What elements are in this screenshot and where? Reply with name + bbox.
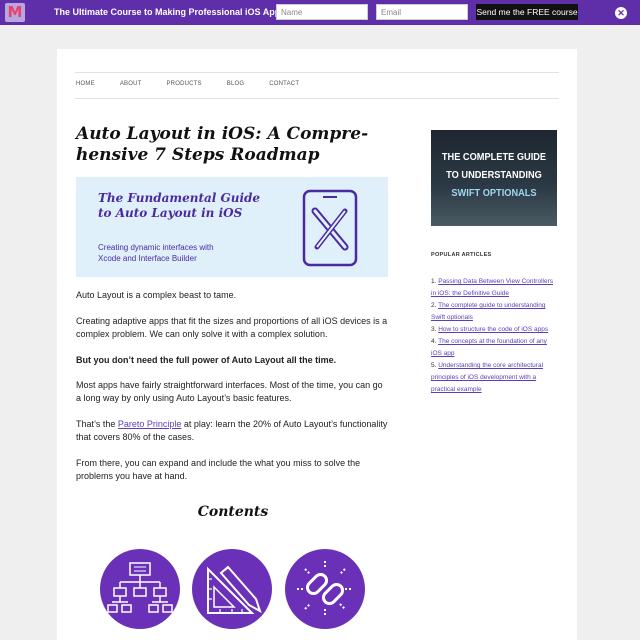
paragraph-1: Auto Layout is a complex beast to tame.	[76, 290, 237, 300]
main-nav: HOME ABOUT PRODUCTS BLOG CONTACT	[76, 81, 324, 87]
name-field[interactable]: Name	[276, 4, 368, 20]
list-item: 2. The complete guide to understanding S…	[431, 300, 557, 324]
email-field[interactable]: Email	[376, 4, 468, 20]
banner-line-2: TO UNDERSTANDING	[446, 169, 542, 181]
paragraph-6: From there, you can expand and include t…	[76, 458, 361, 481]
pareto-link[interactable]: Pareto Principle	[118, 419, 182, 429]
banner-line-1: THE COMPLETE GUIDE	[441, 151, 547, 163]
nav-divider-top	[75, 72, 559, 73]
close-icon[interactable]: ✕	[615, 7, 627, 19]
list-number: 4.	[431, 338, 437, 345]
nav-item-home[interactable]: HOME	[76, 81, 95, 87]
nav-item-products[interactable]: PRODUCTS	[166, 81, 201, 87]
article-title: Auto Layout in iOS: A Compre­hensive 7 S…	[76, 124, 369, 165]
article-link[interactable]: The concepts at the foundation of any iO…	[431, 338, 547, 357]
article-link[interactable]: Passing Data Between View Con­trollers i…	[431, 278, 553, 297]
list-item: 3. How to structure the code of iOS apps	[431, 324, 557, 336]
nav-item-blog[interactable]: BLOG	[227, 81, 244, 87]
swift-optionals-banner-text: THE COMPLETE GUIDE TO UNDERSTANDING SWIF…	[439, 148, 550, 202]
broken-chain-circle[interactable]	[285, 549, 365, 629]
phone-tools-icon	[302, 189, 358, 267]
design-tools-icon	[207, 565, 262, 614]
site-logo[interactable]: M	[5, 3, 25, 22]
list-number: 2.	[431, 302, 437, 309]
list-item: 5. Understanding the core architectural …	[431, 360, 557, 396]
article-link[interactable]: Understanding the core architectural pri…	[431, 362, 543, 393]
hierarchy-icon	[107, 562, 173, 613]
promo-bar: M The Ultimate Course to Making Professi…	[0, 0, 640, 25]
popular-articles-list: 1. Passing Data Between View Con­troller…	[431, 276, 557, 396]
paragraph-4: Most apps have fairly straightforward in…	[76, 380, 383, 403]
list-number: 5.	[431, 362, 437, 369]
article-link[interactable]: The complete guide to understanding Swif…	[431, 302, 545, 321]
paragraph-5-start: That’s the	[76, 419, 118, 429]
nav-item-contact[interactable]: CONTACT	[269, 81, 299, 87]
nav-divider-bottom	[75, 98, 559, 99]
hero-subtitle: Creating dynamic interfaces with Xcode a…	[98, 243, 214, 263]
contents-heading: Contents	[197, 504, 269, 520]
banner-line-3: SWIFT OPTIONALS	[451, 187, 537, 199]
hero-title: The Fundamental Guide to Auto Layout in …	[98, 191, 261, 220]
page-card: HOME ABOUT PRODUCTS BLOG CONTACT Auto La…	[57, 49, 577, 640]
promo-text: The Ultimate Course to Making Profession…	[54, 7, 286, 17]
article-link[interactable]: How to structure the code of iOS apps	[438, 326, 548, 333]
popular-articles-heading: POPULAR ARTICLES	[431, 252, 492, 258]
broken-chain-icon	[297, 561, 353, 617]
nav-item-about[interactable]: ABOUT	[120, 81, 142, 87]
design-tools-circle[interactable]	[192, 549, 272, 629]
paragraph-3: But you don’t need the full power of Aut…	[76, 355, 337, 365]
paragraph-5: That’s the Pareto Principle at play: lea…	[76, 418, 390, 444]
hero-banner[interactable]: The Fundamental Guide to Auto Layout in …	[76, 177, 388, 277]
list-item: 1. Passing Data Between View Con­troller…	[431, 276, 557, 300]
swift-optionals-banner[interactable]: THE COMPLETE GUIDE TO UNDERSTANDING SWIF…	[431, 130, 557, 226]
list-item: 4. The concepts at the foundation of any…	[431, 336, 557, 360]
list-number: 3.	[431, 326, 437, 333]
paragraph-2: Creating adaptive apps that fit the size…	[76, 316, 388, 339]
hierarchy-circle[interactable]	[100, 549, 180, 629]
free-course-button[interactable]: Send me the FREE course	[476, 4, 578, 20]
list-number: 1.	[431, 278, 437, 285]
